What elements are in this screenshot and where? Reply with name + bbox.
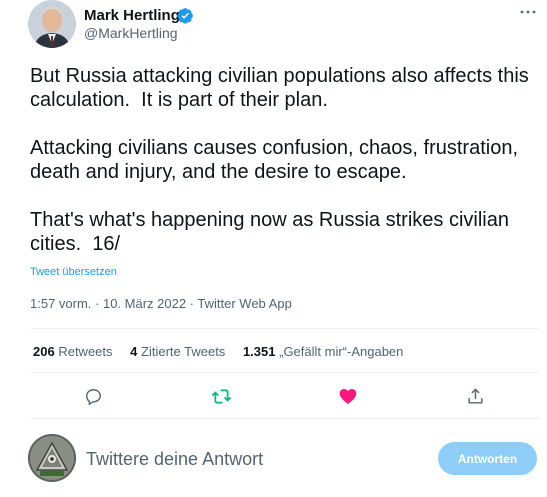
reply-input[interactable]: Twittere deine Antwort bbox=[86, 449, 263, 470]
retweets-stat[interactable]: 206 Retweets bbox=[33, 344, 113, 359]
author-avatar[interactable] bbox=[28, 0, 76, 48]
tweet-timestamp[interactable]: 1:57 vorm. · 10. März 2022 · Twitter Web… bbox=[30, 296, 292, 311]
more-options-icon[interactable] bbox=[520, 4, 536, 25]
reply-icon[interactable] bbox=[82, 385, 104, 407]
divider bbox=[30, 328, 540, 329]
engagement-stats: 206 Retweets 4 Zitierte Tweets 1.351 „Ge… bbox=[33, 344, 417, 359]
author-name[interactable]: Mark Hertling bbox=[84, 7, 180, 24]
divider bbox=[30, 418, 540, 419]
quotes-stat[interactable]: 4 Zitierte Tweets bbox=[130, 344, 225, 359]
user-avatar[interactable] bbox=[28, 434, 76, 482]
divider bbox=[30, 372, 540, 373]
translate-tweet-link[interactable]: Tweet übersetzen bbox=[30, 266, 117, 278]
share-icon[interactable] bbox=[464, 385, 486, 407]
retweet-icon[interactable] bbox=[210, 385, 232, 407]
reply-button[interactable]: Antworten bbox=[438, 442, 537, 475]
author-handle[interactable]: @MarkHertling bbox=[84, 25, 178, 41]
verified-badge-icon bbox=[177, 7, 194, 24]
tweet-text: But Russia attacking civilian population… bbox=[30, 65, 529, 255]
heart-icon[interactable] bbox=[337, 385, 359, 407]
likes-stat[interactable]: 1.351 „Gefällt mir“-Angaben bbox=[243, 344, 403, 359]
